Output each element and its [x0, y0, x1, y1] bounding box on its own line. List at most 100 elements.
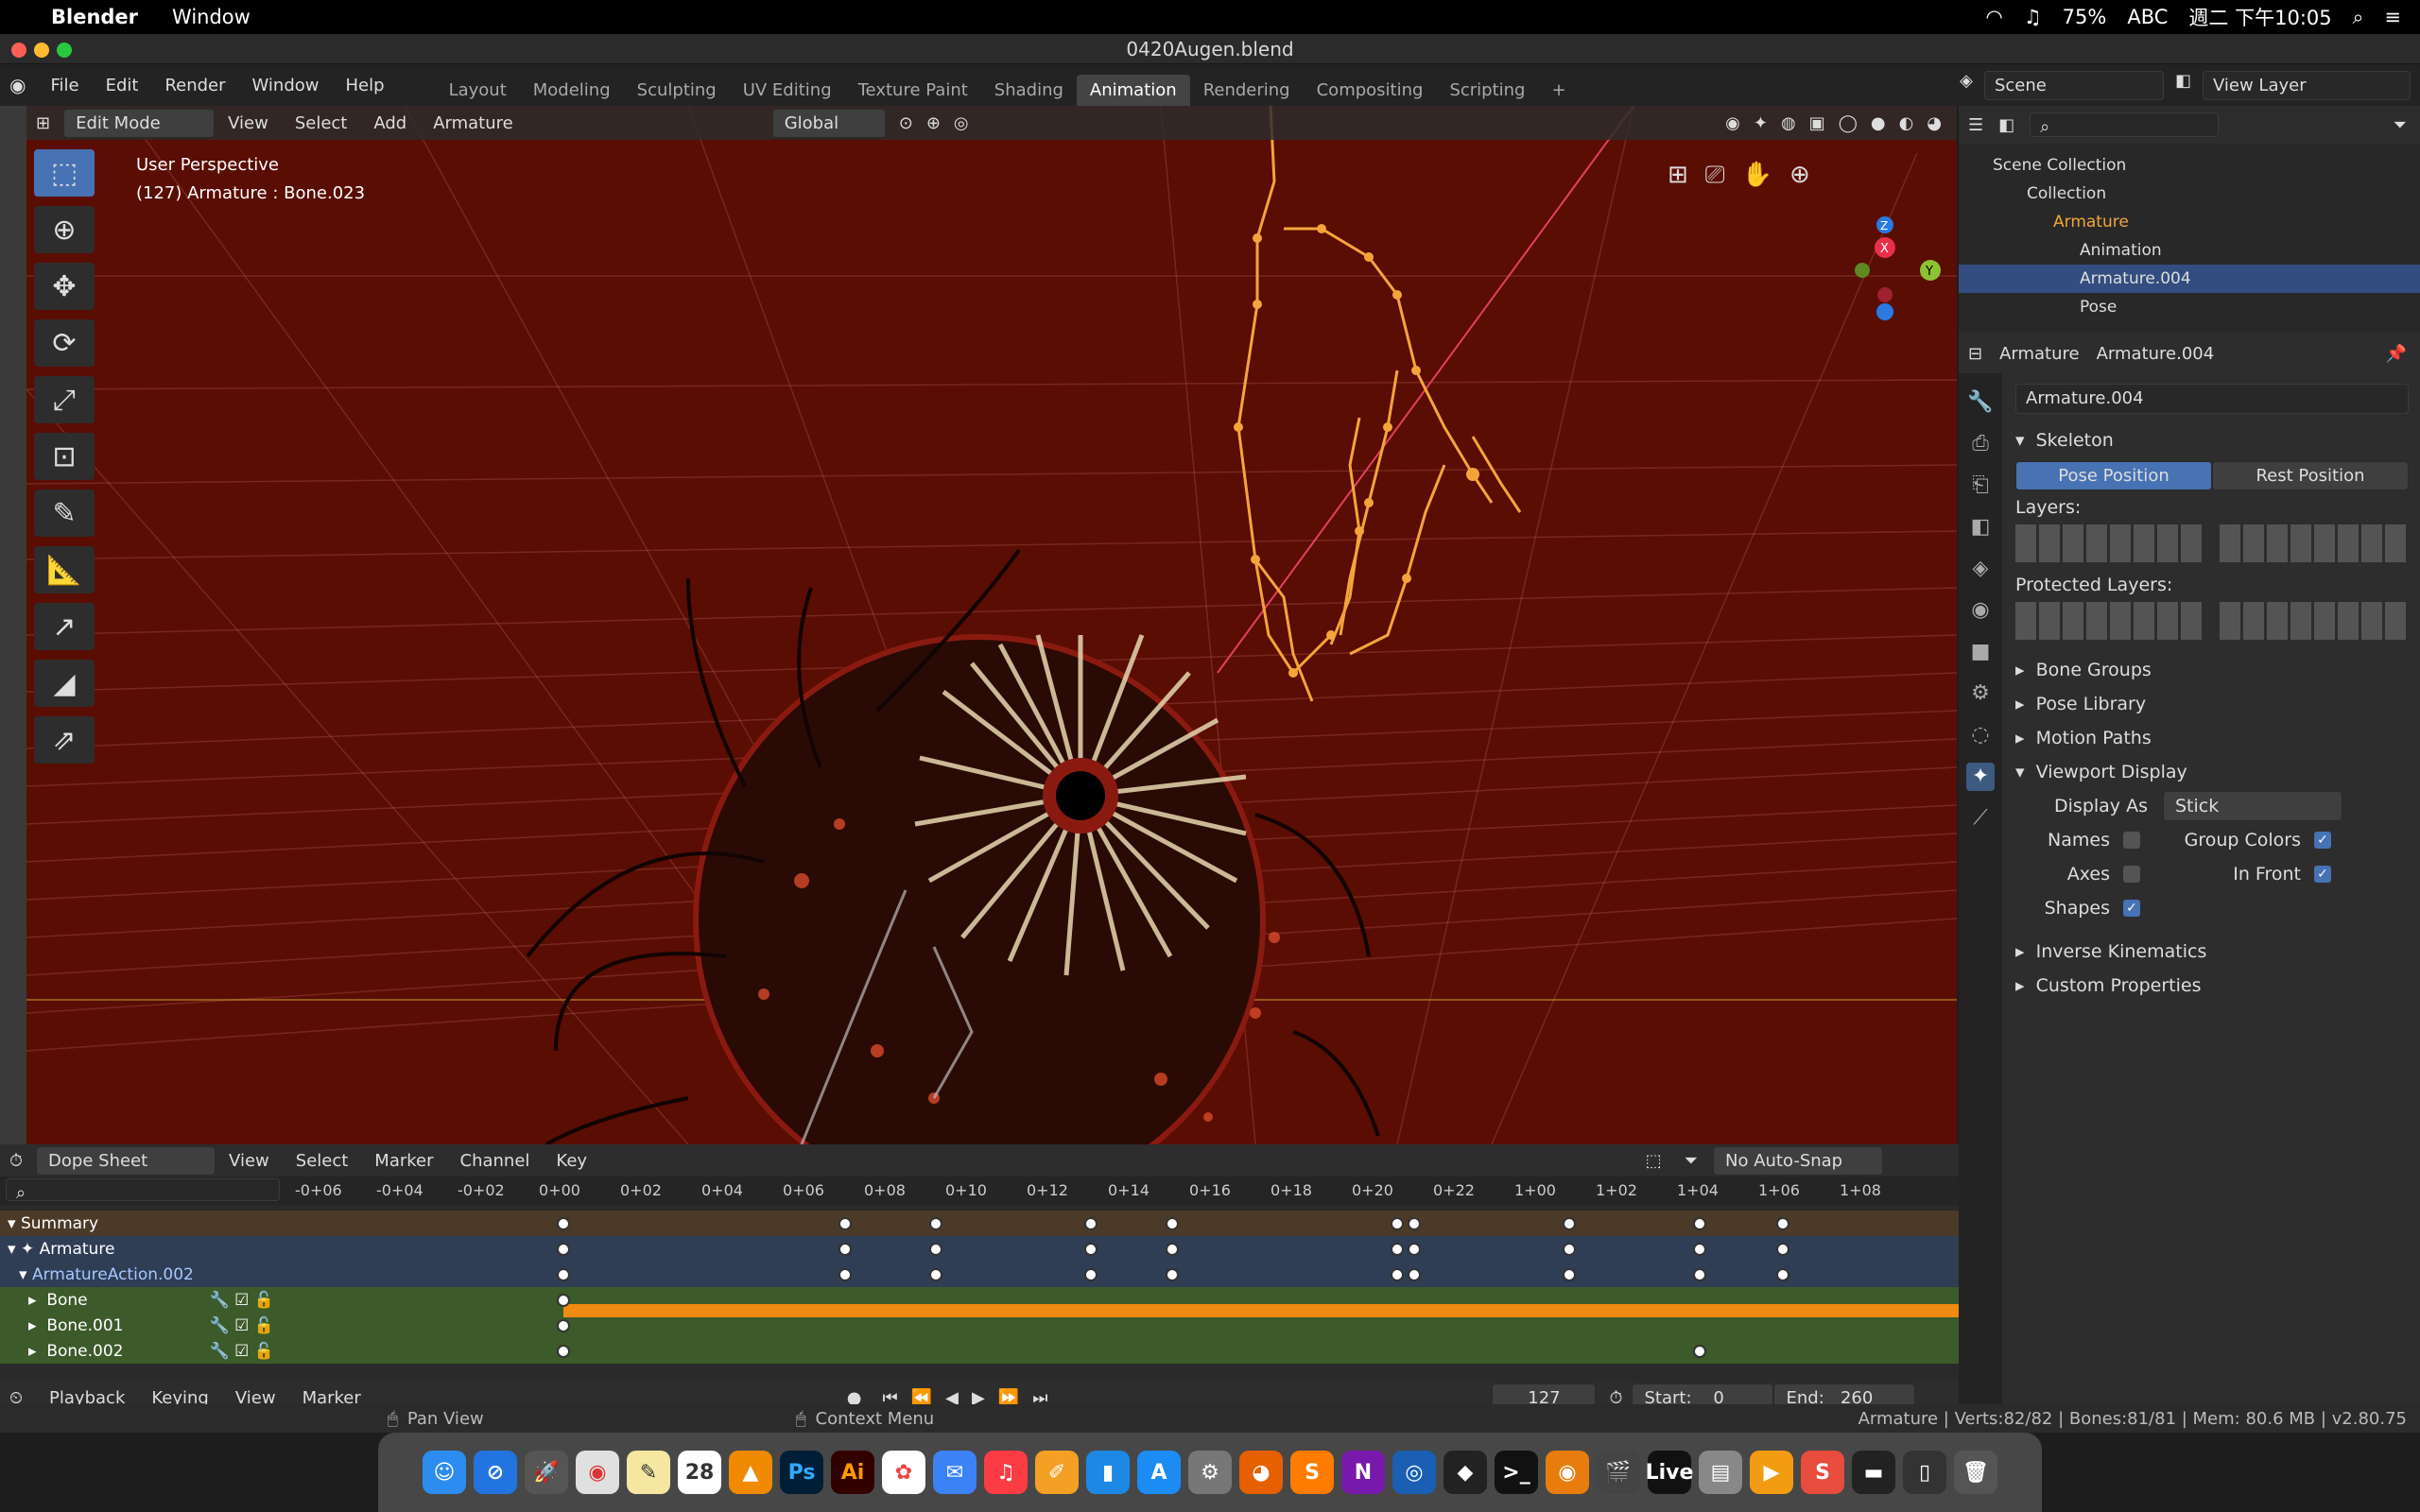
viewport-display-panel[interactable]: ▾ Viewport Display [2015, 755, 2409, 789]
tab-uv-editing[interactable]: UV Editing [730, 75, 845, 106]
preview-icon[interactable]: ▤ [1699, 1451, 1742, 1494]
keyframe[interactable] [1084, 1268, 1098, 1281]
snap-dropdown[interactable]: No Auto-Snap [1713, 1145, 1883, 1176]
keyframe[interactable] [838, 1217, 852, 1230]
outliner-item-collection[interactable]: Collection [1993, 180, 2420, 208]
motion-paths-panel[interactable]: ▸ Motion Paths [2015, 721, 2409, 755]
navigation-gizmo[interactable]: Z X Y [1855, 216, 1941, 320]
app-s-icon[interactable]: S [1801, 1451, 1844, 1494]
protected-layers-grid[interactable] [2015, 602, 2409, 640]
viewport-menu-add[interactable]: Add [360, 113, 420, 133]
keyframe[interactable] [1776, 1268, 1789, 1281]
wifi-icon[interactable]: ◠ [1986, 6, 2003, 28]
rest-position-button[interactable]: Rest Position [2212, 461, 2409, 490]
bone-tab-icon[interactable]: ⟋ [1966, 804, 1995, 833]
keyframe[interactable] [1408, 1217, 1421, 1230]
outliner-item-pose[interactable]: Pose [1993, 293, 2420, 321]
calendar-icon[interactable]: 28 [678, 1451, 721, 1494]
overlay-icon[interactable]: ◍ [1781, 113, 1796, 133]
keyframe[interactable] [557, 1217, 570, 1230]
bone-channel-toggles-icon[interactable]: 🔧 ☑ 🔓 [210, 1291, 274, 1310]
cursor-tool-icon[interactable]: ⊕ [34, 206, 95, 253]
photoshop-icon[interactable]: Ps [780, 1451, 823, 1494]
menu-window[interactable]: Window [239, 76, 333, 95]
filter-icon[interactable]: ⏷ [2394, 115, 2407, 135]
keyframe[interactable] [1776, 1243, 1789, 1256]
gizmo-icon[interactable]: ✦ [1754, 113, 1768, 133]
volume-icon[interactable]: ♫ [2024, 6, 2042, 28]
scene-selector-icon[interactable]: ◈ [1960, 71, 1973, 100]
input-source[interactable]: ABC [2127, 6, 2168, 28]
custom-properties-panel[interactable]: ▸ Custom Properties [2015, 969, 2409, 1003]
extrude-tool-icon[interactable]: ⇗ [34, 716, 95, 764]
battery-label[interactable]: 75% [2063, 6, 2107, 28]
system-preferences-icon[interactable]: ⚙ [1188, 1451, 1232, 1494]
firefox-icon[interactable]: ◕ [1239, 1451, 1283, 1494]
chrome-icon[interactable]: ◉ [576, 1451, 619, 1494]
filter-funnel-icon[interactable]: ⏷ [1685, 1151, 1698, 1171]
keyframe[interactable] [1084, 1243, 1098, 1256]
roll-tool-icon[interactable]: ↗ [34, 603, 95, 650]
vlc-icon[interactable]: ▲ [729, 1451, 772, 1494]
pages-icon[interactable]: ✐ [1035, 1451, 1079, 1494]
keyframe[interactable] [1391, 1243, 1404, 1256]
notes-icon[interactable]: ✎ [627, 1451, 670, 1494]
dope-menu-channel[interactable]: Channel [447, 1151, 544, 1171]
shapes-checkbox[interactable] [2123, 900, 2140, 917]
view-layer-field[interactable]: View Layer [2203, 70, 2411, 100]
object-tab-icon[interactable]: ■ [1966, 638, 1995, 666]
wireframe-shading-icon[interactable]: ◯ [1839, 113, 1858, 133]
messages-icon[interactable]: ✉ [933, 1451, 977, 1494]
viewport-menu-view[interactable]: View [215, 113, 282, 133]
physics-tab-icon[interactable]: ◌ [1966, 721, 1995, 749]
visibility-icon[interactable]: ◉ [1725, 113, 1740, 133]
select-box-tool-icon[interactable]: ⬚ [34, 149, 95, 197]
channel-bone-002[interactable]: ▸ Bone.002 🔧 ☑ 🔓 [0, 1338, 284, 1364]
tab-layout[interactable]: Layout [436, 75, 520, 106]
dope-menu-view[interactable]: View [216, 1151, 283, 1171]
channel-action[interactable]: ▾ ArmatureAction.002 [0, 1262, 284, 1287]
rotate-tool-icon[interactable]: ⟳ [34, 319, 95, 367]
trash-icon[interactable]: 🗑 [1954, 1451, 1997, 1494]
world-tab-icon[interactable]: ◉ [1966, 596, 1995, 625]
keyframe[interactable] [1693, 1217, 1706, 1230]
finder-icon[interactable]: ☺ [423, 1451, 466, 1494]
camera-view-icon[interactable]: ⎚ [1705, 161, 1725, 190]
ortho-toggle-icon[interactable]: ⊞ [1668, 161, 1688, 190]
keyframe[interactable] [1693, 1243, 1706, 1256]
move-tool-icon[interactable]: ✥ [34, 263, 95, 310]
scale-tool-icon[interactable]: ⤢ [34, 376, 95, 423]
clock[interactable]: 週二 下午10:05 [2188, 3, 2331, 31]
properties-editor-icon[interactable]: ⊟ [1968, 344, 1982, 364]
outliner-search-input[interactable]: ⌕ [2030, 112, 2220, 137]
display-mode-icon[interactable]: ◧ [1998, 115, 2014, 135]
document-thumb-icon[interactable]: ▯ [1903, 1451, 1946, 1494]
keyframe[interactable] [557, 1294, 570, 1307]
keyframe[interactable] [1166, 1243, 1179, 1256]
menu-render[interactable]: Render [151, 76, 238, 95]
keyframe[interactable] [1166, 1268, 1179, 1281]
photos-icon[interactable]: ✿ [882, 1451, 925, 1494]
viewport-menu-armature[interactable]: Armature [420, 113, 527, 133]
inverse-kinematics-panel[interactable]: ▸ Inverse Kinematics [2015, 935, 2409, 969]
frame-ruler[interactable]: ⌕ -0+06 -0+04 -0+02 0+00 0+02 0+04 0+06 0+08 0+1… [0, 1177, 1959, 1205]
axes-checkbox[interactable] [2123, 866, 2140, 883]
bone-002-channel-toggles-icon[interactable]: 🔧 ☑ 🔓 [210, 1342, 274, 1361]
group-colors-checkbox[interactable] [2314, 832, 2331, 849]
dope-menu-marker[interactable]: Marker [361, 1151, 446, 1171]
tab-scripting[interactable]: Scripting [1436, 75, 1538, 106]
window-menu[interactable]: Window [172, 6, 251, 28]
only-selected-icon[interactable]: ⬚ [1646, 1151, 1662, 1171]
scene-field[interactable]: Scene [1983, 70, 2164, 100]
bone-001-channel-toggles-icon[interactable]: 🔧 ☑ 🔓 [210, 1316, 274, 1335]
terminal-icon[interactable]: >_ [1495, 1451, 1538, 1494]
channel-bone-001[interactable]: ▸ Bone.001 🔧 ☑ 🔓 [0, 1313, 284, 1338]
dope-mode-dropdown[interactable]: Dope Sheet [36, 1145, 216, 1176]
pose-position-button[interactable]: Pose Position [2015, 461, 2212, 490]
pivot-icon[interactable]: ⊙ [899, 113, 913, 133]
modifiers-tab-icon[interactable]: ⚙ [1966, 679, 1995, 708]
zoom-window-button[interactable] [57, 43, 72, 58]
keyframe[interactable] [557, 1345, 570, 1358]
tool-tab-icon[interactable]: 🔧 [1966, 388, 1995, 417]
annotate-tool-icon[interactable]: ✎ [34, 490, 95, 537]
